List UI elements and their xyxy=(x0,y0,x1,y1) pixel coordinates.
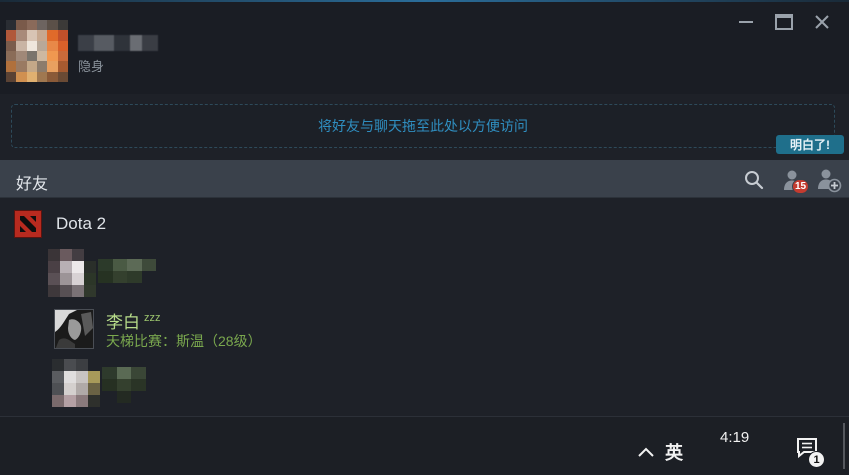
friends-list: Dota 2 李白 zzz 天梯比赛：斯温（28级） xyxy=(0,199,849,417)
friend-game-status: 天梯比赛：斯温（28级） xyxy=(106,333,262,349)
dropzone-hint: 将好友与聊天拖至此处以方便访问 xyxy=(318,118,528,134)
tray-expand-button[interactable] xyxy=(637,445,655,463)
maximize-icon xyxy=(775,14,793,30)
friends-title[interactable]: 好友 xyxy=(16,170,48,194)
taskbar-clock[interactable]: 4:19 xyxy=(720,429,749,446)
friend-name: 李白 zzz xyxy=(106,308,161,333)
got-it-button[interactable]: 明白了! xyxy=(776,135,844,154)
pending-requests-badge: 15 xyxy=(792,179,809,194)
friend-avatar xyxy=(54,309,94,349)
minimize-icon xyxy=(739,21,753,23)
close-icon xyxy=(815,15,829,29)
chevron-up-icon xyxy=(638,447,654,457)
away-indicator: zzz xyxy=(144,312,161,325)
group-header-dota2[interactable]: Dota 2 xyxy=(14,210,106,238)
maximize-button[interactable] xyxy=(765,10,803,34)
user-header: 隐身 xyxy=(0,2,849,94)
close-button[interactable] xyxy=(803,10,841,34)
friend-row[interactable] xyxy=(48,249,348,297)
search-button[interactable] xyxy=(741,167,767,193)
notification-count: 1 xyxy=(808,451,825,468)
user-avatar[interactable] xyxy=(6,20,68,82)
notification-center-button[interactable]: 1 xyxy=(796,437,826,468)
friend-name-redacted xyxy=(102,367,160,403)
favorites-dropzone[interactable]: 将好友与聊天拖至此处以方便访问 xyxy=(11,104,835,148)
add-friend-button[interactable] xyxy=(816,167,842,193)
friend-name-redacted xyxy=(98,259,156,283)
friend-avatar-redacted xyxy=(48,249,96,297)
friend-name-text: 李白 xyxy=(106,313,140,332)
friend-row[interactable] xyxy=(48,359,348,407)
friend-requests-button[interactable]: 15 xyxy=(781,167,809,194)
user-status[interactable]: 隐身 xyxy=(78,56,104,75)
steam-friends-window: 隐身 将好友与聊天拖至此处以方便访问 明白了! 好友 15 Dota 2 李白 … xyxy=(0,0,849,475)
username-redacted xyxy=(78,35,158,51)
show-desktop-edge[interactable] xyxy=(843,423,845,469)
minimize-button[interactable] xyxy=(727,10,765,34)
friend-avatar-redacted xyxy=(52,359,100,407)
dota-icon xyxy=(14,210,42,238)
friends-header-bar: 好友 15 xyxy=(0,160,849,198)
window-controls xyxy=(727,10,841,34)
friend-row[interactable]: 李白 zzz 天梯比赛：斯温（28级） xyxy=(48,309,348,357)
add-friend-icon xyxy=(818,169,842,193)
search-icon xyxy=(745,171,764,190)
group-name: Dota 2 xyxy=(56,214,107,233)
taskbar: 英 4:19 1 xyxy=(0,417,849,475)
ime-indicator[interactable]: 英 xyxy=(665,439,683,465)
